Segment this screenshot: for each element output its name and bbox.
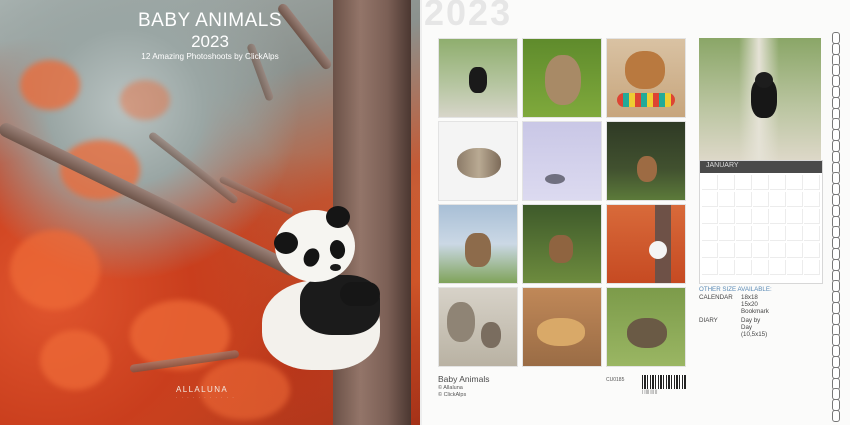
spiral-hole [832, 96, 840, 109]
calendar-day-cell [719, 209, 735, 224]
thumbnail-fox-rocks [522, 204, 602, 284]
product-code: CU0185 [606, 377, 625, 383]
publisher-logo-tagline: · · · · · · · · · · · [176, 395, 236, 400]
calendar-day-cell [719, 260, 735, 275]
calendar-day-cell [719, 226, 735, 241]
cover-subtitle: 12 Amazing Photoshoots by ClickAlps [141, 52, 279, 61]
calendar-day-cell [719, 192, 735, 207]
foliage-blur [40, 330, 110, 390]
other-sizes-heading: OTHER SIZE AVAILABLE: [699, 286, 772, 293]
panda-ear [326, 206, 350, 228]
other-sizes-info: OTHER SIZE AVAILABLE: CALENDAR 18x18 15x2… [699, 286, 772, 338]
back-brand-title: Baby Animals [438, 374, 490, 384]
calendar-day-cell [702, 226, 718, 241]
calendar-month: JANUARY [706, 162, 739, 169]
spiral-hole [832, 366, 840, 379]
watermark-year: 2023 [424, 0, 513, 33]
calendar-day-cell [736, 175, 752, 190]
calendar-day-cell [804, 209, 820, 224]
tree-branch [147, 130, 240, 205]
calendar-day-cell [770, 243, 786, 258]
spiral-hole [832, 258, 840, 271]
thumbnail-puppy-toy [606, 38, 686, 118]
calendar-day-cell [787, 243, 803, 258]
barcode [642, 375, 686, 389]
panda-ear [274, 232, 298, 254]
spiral-hole [832, 410, 840, 422]
calendar-day-cell [719, 175, 735, 190]
foliage-blur [20, 60, 80, 110]
foliage-blur [120, 80, 170, 120]
calendar-day-cell [753, 243, 769, 258]
calendar-day-cell [770, 175, 786, 190]
calendar-day-cell [753, 260, 769, 275]
calendar-day-cell [736, 209, 752, 224]
thumbnail-chamois [438, 204, 518, 284]
calendar-day-cell [804, 226, 820, 241]
calendar-day-cell [787, 260, 803, 275]
calendar-day-cell [753, 209, 769, 224]
thumbnail-marmot [606, 287, 686, 367]
calendar-day-cell [804, 243, 820, 258]
thumbnail-kitten [438, 121, 518, 201]
foliage-blur [10, 230, 100, 310]
spiral-hole [832, 42, 840, 55]
calendar-day-cell [770, 260, 786, 275]
january-calendar-grid: JANUARY [699, 160, 823, 284]
back-cover: 2023 JANUARY OTHER SIZE AVAILABLE: CALEN… [422, 0, 850, 425]
calendar-day-cell [787, 209, 803, 224]
calendar-day-cell [753, 226, 769, 241]
spiral-hole [832, 150, 840, 163]
calendar-day-cell [787, 192, 803, 207]
calendar-day-cell [770, 192, 786, 207]
thumbnail-panda [606, 204, 686, 284]
calendar-day-cell [702, 243, 718, 258]
cover-year: 2023 [191, 32, 229, 51]
calendar-day-cell [702, 175, 718, 190]
calendar-day-cell [753, 192, 769, 207]
spiral-hole [832, 204, 840, 217]
thumbnail-lion-cub [522, 287, 602, 367]
thumbnail-macaques [438, 287, 518, 367]
calendar-day-cell [736, 260, 752, 275]
copyright-line: © Allaluna [438, 385, 463, 391]
calendar-day-cell [804, 192, 820, 207]
calendar-day-cell [736, 226, 752, 241]
panda-nose [330, 264, 341, 271]
front-cover: BABY ANIMALS 2023 12 Amazing Photoshoots… [0, 0, 420, 425]
calendar-day-cell [787, 226, 803, 241]
calendar-day-cell [753, 175, 769, 190]
calendar-day-cell [787, 175, 803, 190]
calendar-day-cell [804, 260, 820, 275]
calendar-day-cell [804, 175, 820, 190]
copyright-line: © ClickAlps [438, 392, 467, 398]
january-photo [699, 38, 821, 160]
calendar-day-cell [702, 260, 718, 275]
calendar-day-cell [702, 209, 718, 224]
cover-title: BABY ANIMALS [138, 10, 282, 31]
panda-paw [340, 282, 380, 306]
thumbnail-fawn [522, 38, 602, 118]
calendar-day-cell [770, 209, 786, 224]
barcode-number: | |||| ||| || [642, 389, 658, 394]
thumbnail-fox-cub [606, 121, 686, 201]
calendar-day-cell [736, 192, 752, 207]
spiral-hole [832, 312, 840, 325]
calendar-day-cell [702, 192, 718, 207]
thumbnail-puppy-path [438, 38, 518, 118]
calendar-day-cell [736, 243, 752, 258]
calendar-day-cell [719, 243, 735, 258]
publisher-logo: ALLALUNA [176, 385, 229, 394]
calendar-header: JANUARY [700, 161, 822, 173]
thumbnail-snow-animal [522, 121, 602, 201]
calendar-day-cell [770, 226, 786, 241]
